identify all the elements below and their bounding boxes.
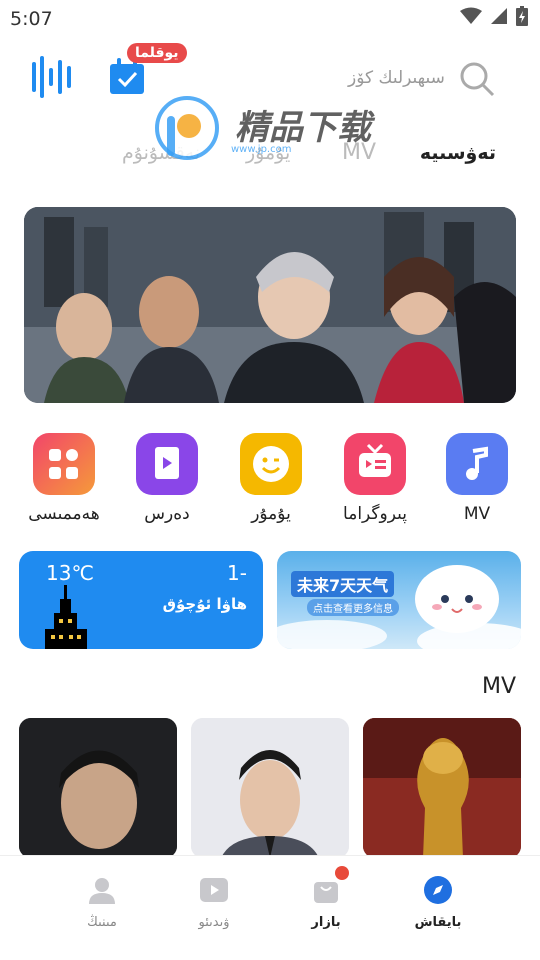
tab-recommend[interactable]: تەۋسىيە [420, 142, 496, 164]
nav-mine[interactable]: مىنىڭ [62, 875, 142, 930]
mv-thumbnail [191, 718, 349, 858]
checkin-badge[interactable]: يوقلما [127, 43, 187, 63]
grid-icon[interactable] [33, 433, 95, 495]
quick-comedy-label[interactable]: يۇمۇر [221, 504, 321, 524]
user-icon [89, 878, 115, 904]
status-icons [460, 6, 528, 26]
checkin-calendar-icon[interactable] [108, 58, 146, 100]
mv-thumbnail [363, 718, 521, 858]
watermark-title: 精品下载 [235, 108, 371, 148]
mv-thumbnail [19, 718, 177, 858]
smile-icon[interactable] [240, 433, 302, 495]
mv-card[interactable] [19, 718, 177, 858]
hero-banner[interactable] [24, 207, 516, 403]
promo-title: 未来7天天气 [291, 571, 395, 597]
nav-label: ۋىدىئو [198, 915, 230, 930]
nav-discover[interactable]: بايقاش [398, 875, 478, 930]
signal-icon [491, 8, 507, 24]
battery-icon [516, 6, 528, 26]
mv-card[interactable] [191, 718, 349, 858]
nav-market[interactable]: بازار [286, 875, 366, 930]
quick-program-label[interactable]: پىروگراما [325, 504, 425, 524]
weather-temp: 13℃ [46, 561, 94, 585]
status-time: 5:07 [10, 8, 53, 30]
quick-mv-icon[interactable] [446, 433, 508, 495]
nav-label: بايقاش [414, 915, 462, 930]
watermark-url: www.jp.com [231, 144, 292, 155]
equalizer-icon[interactable] [32, 56, 72, 102]
watermark-logo: 精品下载 www.jp.com [155, 96, 385, 166]
section-title: MV [481, 674, 516, 699]
book-icon[interactable] [136, 433, 198, 495]
nav-video[interactable]: ۋىدىئو [174, 875, 254, 930]
building-icon [45, 585, 87, 649]
notification-dot [335, 866, 349, 880]
shopping-bag-icon [314, 882, 338, 903]
search-input[interactable]: سىھىرلىك كۆز [348, 68, 445, 88]
wifi-icon [460, 7, 482, 24]
nav-label: مىنىڭ [87, 915, 117, 930]
mv-card[interactable] [363, 718, 521, 858]
video-play-icon [200, 878, 228, 902]
weather-card[interactable]: 13℃ 1- ھاۋا ئۇچۇق [19, 551, 263, 649]
promo-subtitle: 点击查看更多信息 [307, 599, 399, 616]
compass-icon [424, 876, 452, 904]
quick-all-label[interactable]: ھەممىسى [14, 504, 114, 524]
quick-mv-label[interactable]: MV [427, 504, 527, 524]
tv-icon[interactable] [344, 433, 406, 495]
nav-label: بازار [311, 915, 341, 930]
weather-forecast-banner[interactable]: 未来7天天气 点击查看更多信息 [277, 551, 521, 649]
weather-number: 1- [227, 561, 247, 585]
quick-lesson-label[interactable]: دەرس [117, 504, 217, 524]
search-icon[interactable] [458, 60, 496, 102]
weather-label: ھاۋا ئۇچۇق [162, 595, 247, 613]
